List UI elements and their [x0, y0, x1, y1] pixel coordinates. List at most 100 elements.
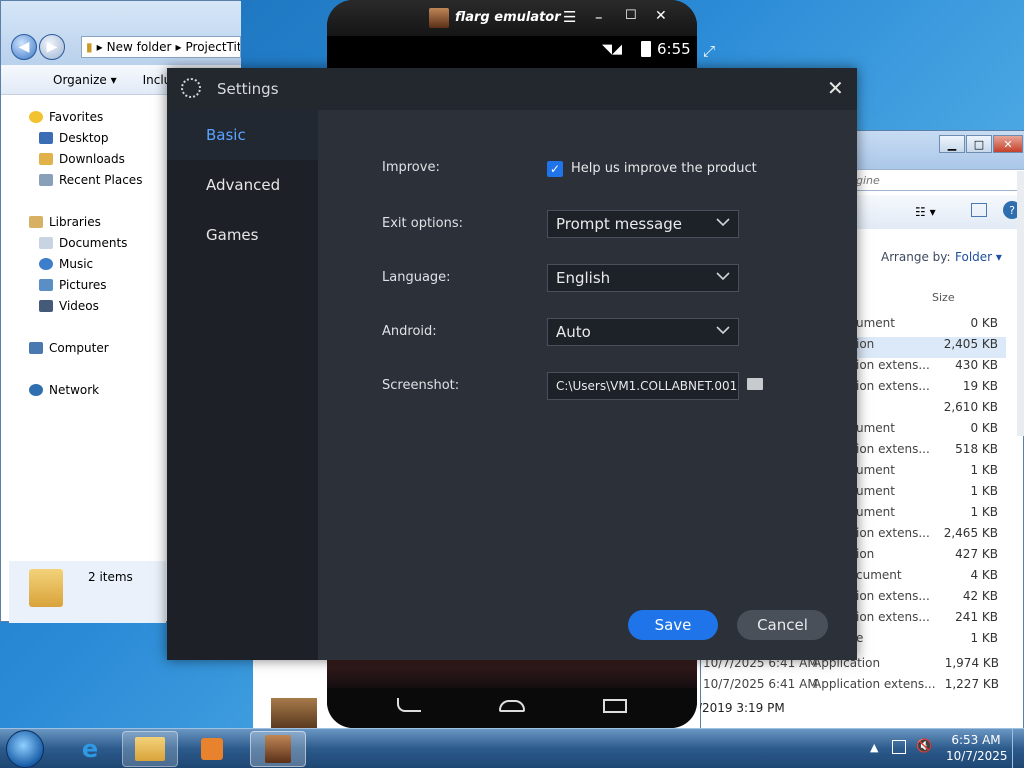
chevron-down-icon	[716, 218, 730, 227]
tree-music[interactable]: Music	[39, 254, 93, 274]
settings-title: Settings	[217, 80, 279, 98]
scrollbar[interactable]	[1017, 171, 1024, 436]
tree-downloads[interactable]: Downloads	[39, 149, 125, 169]
address-bar[interactable]: ▮ ▸ New folder ▸ ProjectTitan ▸	[81, 36, 241, 58]
maximize-button[interactable]: □	[966, 135, 992, 153]
table-row[interactable]: ument 1 KB	[856, 463, 1006, 484]
row-size: 0 KB	[970, 316, 998, 330]
tree-videos[interactable]: Videos	[39, 296, 99, 316]
row-type: e	[856, 631, 864, 645]
android-select[interactable]: Auto	[547, 318, 739, 346]
tree-desktop[interactable]: Desktop	[39, 128, 109, 148]
start-button[interactable]	[6, 730, 44, 768]
search-input[interactable]: gine	[851, 169, 1024, 191]
libraries-icon	[29, 216, 43, 228]
back-nav-icon[interactable]	[397, 698, 421, 712]
volume-muted-icon[interactable]: 🔇	[916, 739, 932, 754]
view-options-icon[interactable]: ☷ ▾	[915, 205, 936, 219]
tree-network[interactable]: Network	[29, 380, 99, 400]
table-row[interactable]: 2,610 KB	[856, 400, 1006, 421]
organize-button[interactable]: Organize ▾	[27, 73, 117, 87]
tree-documents[interactable]: Documents	[39, 233, 127, 253]
row-size: 1,974 KB	[944, 656, 999, 670]
minimize-icon[interactable]: –	[595, 8, 603, 26]
row-size: 1 KB	[970, 631, 998, 645]
exit-options-select[interactable]: Prompt message	[547, 210, 739, 238]
improve-label: Improve:	[382, 160, 440, 175]
tab-games[interactable]: Games	[167, 210, 318, 260]
row-size: 2,610 KB	[943, 400, 998, 414]
table-row[interactable]: ion 2,405 KB	[856, 337, 1006, 358]
language-select[interactable]: English	[547, 264, 739, 292]
folder-open-icon[interactable]	[747, 378, 763, 390]
navigation-pane: Favorites Desktop Downloads Recent Place…	[9, 101, 166, 561]
tree-recent-places[interactable]: Recent Places	[39, 170, 142, 190]
settings-dialog: Settings ✕ Basic Advanced Games Improve:…	[167, 68, 857, 660]
home-nav-icon[interactable]	[499, 700, 525, 712]
improve-checkbox-label[interactable]: Help us improve the product	[571, 161, 757, 176]
table-row[interactable]: ion extens... 241 KB	[856, 610, 1006, 631]
maximize-icon[interactable]: ☐	[625, 8, 637, 23]
taskbar-explorer-icon[interactable]	[122, 731, 178, 767]
chevron-right-icon: ▸	[96, 40, 103, 54]
table-row[interactable]: ument 1 KB	[856, 484, 1006, 505]
tab-basic[interactable]: Basic	[167, 110, 318, 160]
menu-icon[interactable]: ☰	[563, 8, 576, 26]
taskbar-emulator-icon[interactable]	[250, 731, 306, 767]
table-row[interactable]: ion extens... 518 KB	[856, 442, 1006, 463]
row-size: 2,405 KB	[943, 337, 998, 351]
tree-libraries[interactable]: Libraries	[29, 212, 101, 232]
tree-computer[interactable]: Computer	[29, 338, 109, 358]
row-type: ion extens...	[856, 442, 930, 456]
table-row[interactable]: ument 0 KB	[856, 421, 1006, 442]
tree-favorites[interactable]: Favorites	[29, 107, 103, 127]
row-type: ument	[856, 421, 895, 435]
breadcrumb-new-folder[interactable]: New folder	[107, 40, 172, 54]
computer-icon	[29, 342, 43, 354]
downloads-icon	[39, 153, 53, 165]
taskbar-ie-icon[interactable]: e	[62, 731, 118, 767]
row-date: 10/7/2025 6:41 AM	[703, 677, 818, 691]
fullscreen-icon[interactable]: ⤢	[703, 42, 715, 60]
table-row[interactable]: ion 427 KB	[856, 547, 1006, 568]
music-icon	[39, 258, 53, 270]
close-icon[interactable]: ✕	[655, 8, 667, 24]
show-desktop-button[interactable]	[1012, 729, 1024, 768]
preview-pane-icon[interactable]	[971, 203, 987, 217]
cancel-button[interactable]: Cancel	[737, 610, 828, 640]
screenshot-label: Screenshot:	[382, 378, 460, 393]
breadcrumb-projecttitan[interactable]: ProjectTitan	[186, 40, 241, 54]
close-icon[interactable]: ✕	[827, 76, 844, 100]
back-button[interactable]: ◀	[11, 34, 37, 60]
forward-button[interactable]: ▶	[39, 34, 65, 60]
tree-pictures[interactable]: Pictures	[39, 275, 107, 295]
show-hidden-icons-icon[interactable]: ▲	[870, 741, 878, 754]
table-row[interactable]: ion extens... 19 KB	[856, 379, 1006, 400]
size-column-header[interactable]: Size	[932, 291, 955, 304]
taskbar-media-player-icon[interactable]	[184, 731, 240, 767]
improve-checkbox[interactable]: ✓	[547, 161, 563, 177]
table-row[interactable]: e 1 KB	[856, 631, 1006, 652]
documents-icon	[39, 237, 53, 249]
row-size: 518 KB	[955, 442, 998, 456]
clock-date[interactable]: 10/7/2025	[946, 749, 1008, 763]
table-row[interactable]: cument 4 KB	[856, 568, 1006, 589]
arrange-dropdown[interactable]: Folder ▾	[955, 250, 1002, 264]
save-button[interactable]: Save	[628, 610, 718, 640]
row-type: ion extens...	[856, 526, 930, 540]
emulator-screen[interactable]	[327, 660, 697, 688]
row-size: 241 KB	[955, 610, 998, 624]
close-button[interactable]: ✕	[993, 135, 1023, 153]
network-tray-icon[interactable]	[892, 740, 906, 754]
desktop-icon	[39, 132, 53, 144]
minimize-button[interactable]: ▁	[939, 135, 965, 153]
recents-nav-icon[interactable]	[603, 699, 627, 713]
screenshot-path-field[interactable]: C:\Users\VM1.COLLABNET.001	[547, 372, 739, 400]
table-row[interactable]: ion extens... 2,465 KB	[856, 526, 1006, 547]
table-row[interactable]: ion extens... 42 KB	[856, 589, 1006, 610]
clock-time[interactable]: 6:53 AM	[946, 733, 1006, 747]
table-row[interactable]: ion extens... 430 KB	[856, 358, 1006, 379]
table-row[interactable]: ument 1 KB	[856, 505, 1006, 526]
table-row[interactable]: ument 0 KB	[856, 316, 1006, 337]
tab-advanced[interactable]: Advanced	[167, 160, 318, 210]
